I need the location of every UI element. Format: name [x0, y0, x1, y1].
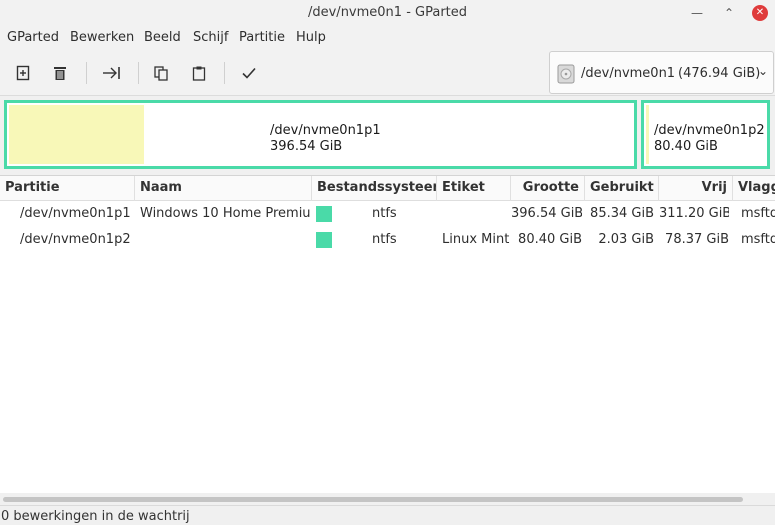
chevron-down-icon: ⌄ [758, 64, 769, 78]
disk-map: /dev/nvme0n1p1 396.54 GiB /dev/nvme0n1p2… [0, 96, 775, 175]
column-header-naam[interactable]: Naam [135, 176, 312, 201]
paste-icon[interactable] [186, 60, 212, 86]
cell-filesystem: ntfs [372, 206, 397, 221]
partition-size: 396.54 GiB [270, 139, 343, 154]
column-header-partitie[interactable]: Partitie [0, 176, 135, 201]
partition-name: /dev/nvme0n1p1 [270, 123, 381, 138]
toolbar-separator [138, 62, 139, 84]
table-row[interactable]: /dev/nvme0n1p2 ntfs Linux Mint 80.40 GiB… [0, 227, 775, 253]
cell-free: 78.37 GiB [665, 232, 729, 247]
cell-size: 396.54 GiB [511, 206, 582, 221]
harddisk-icon [557, 64, 575, 84]
table-row[interactable]: /dev/nvme0n1p1 Windows 10 Home Premium n… [0, 201, 775, 227]
cell-name [140, 227, 311, 253]
menu-schijf[interactable]: Schijf [193, 30, 228, 45]
cell-size: 80.40 GiB [518, 232, 582, 247]
menu-gparted[interactable]: GParted [7, 30, 59, 45]
apply-icon[interactable] [236, 60, 262, 86]
menu-beeld[interactable]: Beeld [144, 30, 181, 45]
cell-used: 85.34 GiB [590, 206, 654, 221]
copy-icon[interactable] [148, 60, 174, 86]
device-size: (476.94 GiB) [678, 66, 761, 81]
pending-operations-status: 0 bewerkingen in de wachtrij [1, 509, 190, 524]
column-header-vlaggen[interactable]: Vlagg [733, 176, 775, 201]
cell-label [442, 201, 510, 227]
column-header-etiket[interactable]: Etiket [437, 176, 511, 201]
menu-hulp[interactable]: Hulp [296, 30, 326, 45]
partition-label: /dev/nvme0n1p1 396.54 GiB [270, 123, 381, 155]
column-header-gebruikt[interactable]: Gebruikt [585, 176, 659, 201]
menu-partitie[interactable]: Partitie [239, 30, 285, 45]
device-name: /dev/nvme0n1 [581, 66, 676, 81]
diskmap-partition-p2[interactable]: /dev/nvme0n1p2 80.40 GiB [641, 100, 770, 169]
partition-label: /dev/nvme0n1p2 80.40 GiB [654, 123, 765, 155]
toolbar-separator [224, 62, 225, 84]
cell-free: 311.20 GiB [659, 206, 729, 221]
cell-partition: /dev/nvme0n1p2 [20, 232, 131, 247]
column-header-grootte[interactable]: Grootte [511, 176, 585, 201]
close-icon[interactable]: ✕ [752, 5, 768, 21]
cell-label: Linux Mint [442, 232, 510, 247]
column-header-vrij[interactable]: Vrij [659, 176, 733, 201]
new-partition-icon[interactable] [10, 60, 36, 86]
window-title: /dev/nvme0n1 - GParted [307, 5, 468, 20]
device-selector[interactable]: /dev/nvme0n1 (476.94 GiB) ⌄ [549, 51, 774, 94]
status-bar: 0 bewerkingen in de wachtrij [0, 505, 775, 525]
cell-name: Windows 10 Home Premium [140, 206, 311, 221]
menu-bar: GParted Bewerken Beeld Schijf Partitie H… [0, 26, 775, 50]
partition-size: 80.40 GiB [654, 139, 718, 154]
diskmap-partition-p1[interactable]: /dev/nvme0n1p1 396.54 GiB [4, 100, 637, 169]
menu-bewerken[interactable]: Bewerken [70, 30, 134, 45]
maximize-icon[interactable]: ⌃ [721, 5, 737, 21]
toolbar-separator [86, 62, 87, 84]
used-space-bar [646, 105, 649, 164]
resize-move-icon[interactable] [99, 60, 125, 86]
scrollbar-thumb[interactable] [3, 497, 743, 502]
filesystem-color-swatch [316, 206, 332, 222]
delete-icon[interactable] [47, 60, 73, 86]
table-header: Partitie Naam Bestandssysteem Etiket Gro… [0, 176, 775, 201]
used-space-bar [9, 105, 144, 164]
minimize-icon[interactable]: — [689, 5, 705, 21]
column-header-bestandssysteem[interactable]: Bestandssysteem [312, 176, 437, 201]
cell-filesystem: ntfs [372, 232, 397, 247]
filesystem-color-swatch [316, 232, 332, 248]
partition-name: /dev/nvme0n1p2 [654, 123, 765, 138]
cell-used: 2.03 GiB [598, 232, 654, 247]
cell-flags: msftd [741, 206, 775, 221]
cell-flags: msftd [741, 232, 775, 247]
title-bar: /dev/nvme0n1 - GParted — ⌃ ✕ [0, 0, 775, 26]
horizontal-scrollbar[interactable] [0, 493, 775, 505]
partition-table: Partitie Naam Bestandssysteem Etiket Gro… [0, 175, 775, 493]
cell-partition: /dev/nvme0n1p1 [20, 206, 131, 221]
